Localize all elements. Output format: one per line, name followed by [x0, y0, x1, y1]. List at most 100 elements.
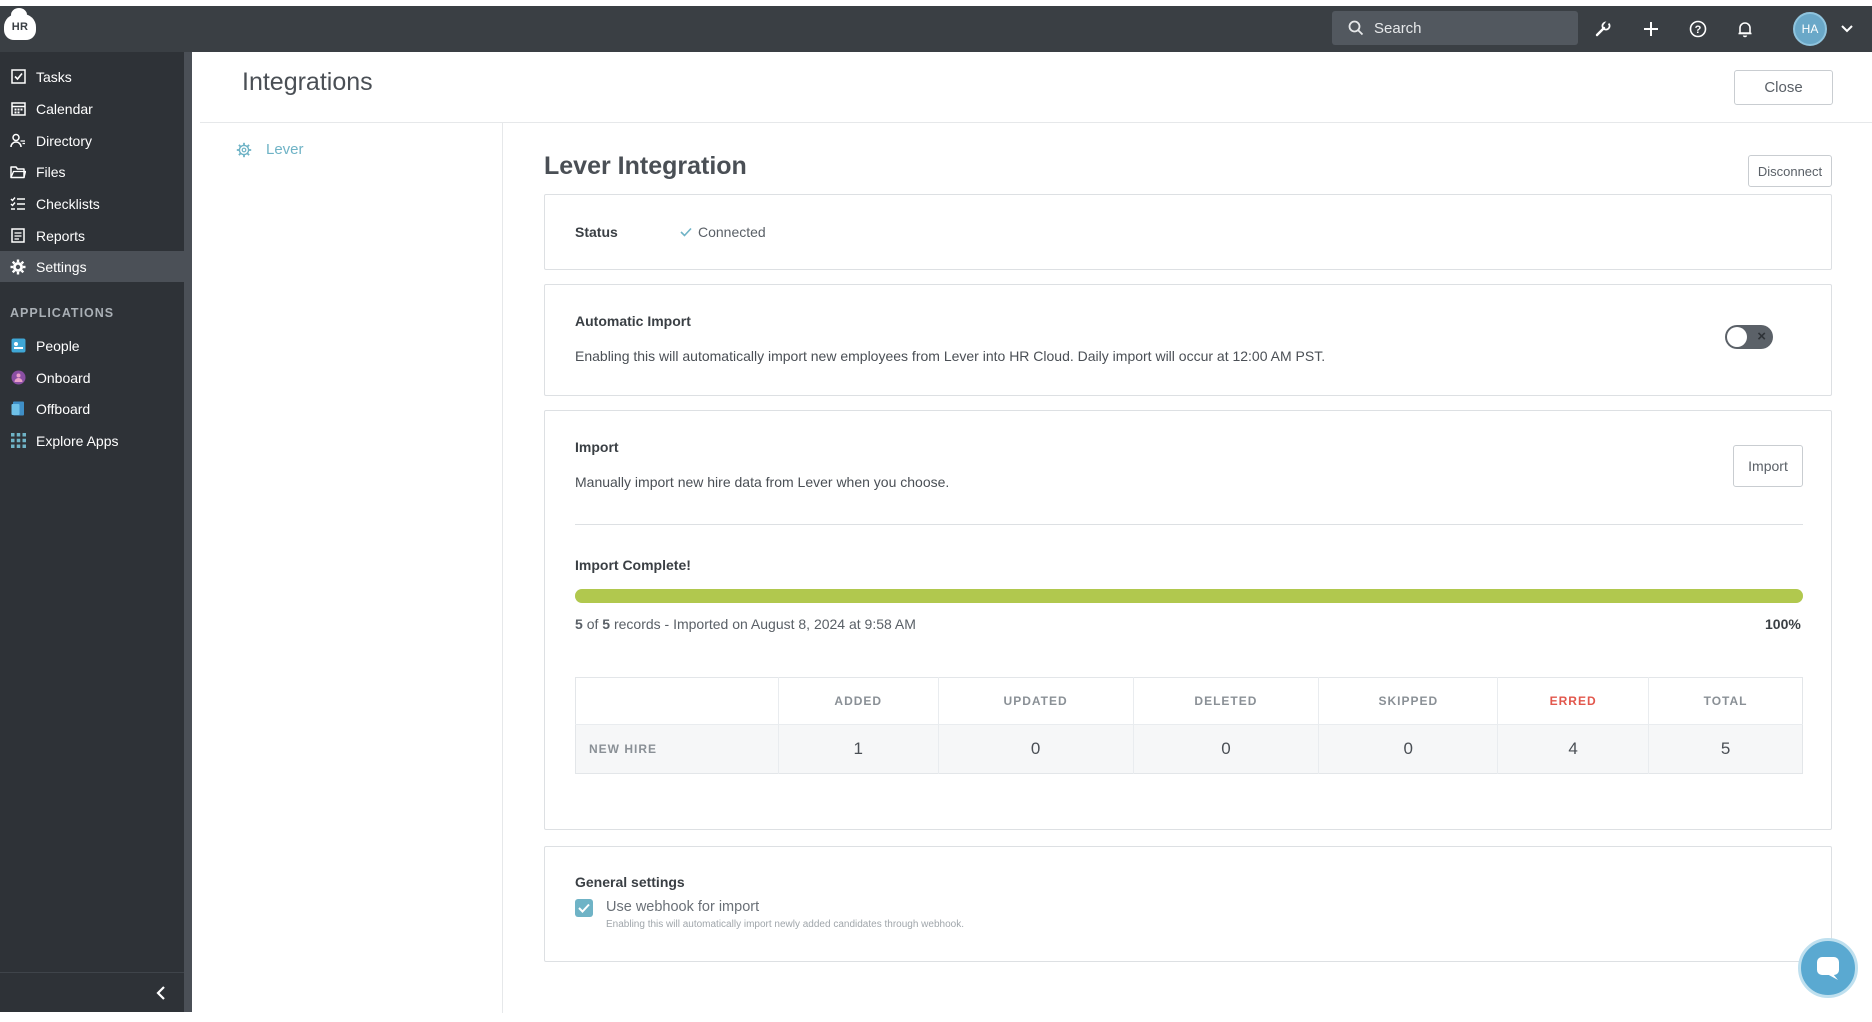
report-icon: [10, 228, 26, 244]
integrations-list: Lever: [200, 123, 503, 1013]
status-text: Connected: [698, 224, 766, 240]
table-cell-skipped: 0: [1318, 724, 1499, 774]
sidebar-item-label: Directory: [36, 132, 93, 149]
table-cell-updated: 0: [938, 724, 1134, 774]
hr-cloud-logo[interactable]: HR: [4, 8, 36, 40]
checklist-icon: [10, 196, 26, 212]
sidebar-item-label: Onboard: [36, 369, 91, 386]
grid-icon: [10, 433, 26, 449]
import-progress-bar: [575, 589, 1803, 603]
sidebar-item-label: Checklists: [36, 195, 100, 212]
check-icon: [680, 227, 692, 237]
chevron-down-icon[interactable]: [1834, 16, 1860, 42]
people-icon: [10, 133, 26, 149]
plus-icon[interactable]: [1638, 16, 1664, 42]
chat-button[interactable]: [1798, 938, 1858, 998]
status-label: Status: [575, 224, 618, 240]
toggle-off-icon: ×: [1757, 328, 1766, 345]
search-icon: [1348, 20, 1364, 36]
sidebar-item-calendar[interactable]: Calendar: [0, 93, 184, 124]
svg-text:?: ?: [1695, 24, 1702, 36]
sidebar-item-label: Explore Apps: [36, 432, 119, 449]
table-header-skipped: SKIPPED: [1318, 677, 1499, 725]
table-cell-total: 5: [1648, 724, 1803, 774]
gear-icon: [10, 259, 26, 275]
webhook-checkbox[interactable]: [575, 899, 593, 917]
table-header-total: TOTAL: [1703, 694, 1748, 708]
checkbox-icon: [10, 69, 26, 85]
import-progress-fill: [575, 589, 1803, 603]
integration-item-lever[interactable]: Lever: [236, 141, 304, 158]
status-value: Connected: [680, 224, 766, 240]
sidebar-item-label: Files: [36, 163, 66, 180]
logo-text: HR: [11, 21, 29, 33]
bell-icon[interactable]: [1732, 16, 1758, 42]
table-cell-erred: 4: [1497, 724, 1650, 774]
applications-header: APPLICATIONS: [10, 306, 115, 320]
import-label: Import: [575, 439, 619, 455]
folder-icon: [10, 164, 26, 180]
sidebar-item-label: Reports: [36, 227, 86, 244]
calendar-icon: [10, 101, 26, 117]
top-bar: HR Search ? HA: [0, 6, 1872, 52]
sidebar-item-label: Settings: [36, 258, 87, 275]
sidebar-item-directory[interactable]: Directory: [0, 125, 184, 156]
sidebar-app-onboard[interactable]: Onboard: [0, 362, 184, 393]
import-progress-percent: 100%: [1765, 616, 1801, 632]
table-cell-deleted: 0: [1133, 724, 1320, 774]
check-icon: [578, 903, 590, 913]
user-avatar[interactable]: HA: [1793, 12, 1827, 46]
sidebar-app-explore[interactable]: Explore Apps: [0, 425, 184, 456]
table-header-empty: [575, 677, 779, 725]
records-done: 5: [575, 616, 583, 632]
automatic-import-label: Automatic Import: [575, 313, 691, 329]
disconnect-button[interactable]: Disconnect: [1748, 155, 1832, 187]
records-suffix: records - Imported on August 8, 2024 at …: [613, 616, 916, 632]
sidebar-item-settings[interactable]: Settings: [0, 251, 184, 282]
import-button[interactable]: Import: [1733, 445, 1803, 487]
import-complete-label: Import Complete!: [575, 557, 691, 573]
close-button[interactable]: Close: [1734, 70, 1833, 105]
webhook-label: Use webhook for import: [606, 899, 760, 915]
sidebar-app-people[interactable]: People: [0, 330, 184, 361]
table-header-updated: UPDATED: [938, 677, 1134, 725]
records-of: of: [586, 616, 599, 632]
table-cell-added: 1: [778, 724, 939, 774]
import-card: Import Manually import new hire data fro…: [544, 410, 1832, 830]
import-records-summary: 5 of 5 records - Imported on August 8, 2…: [575, 616, 916, 632]
table-header-deleted: DELETED: [1133, 677, 1320, 725]
onboard-app-icon: [10, 370, 26, 386]
gear-icon: [236, 142, 252, 157]
page-header: Integrations Close: [200, 52, 1872, 123]
import-results-table: ADDED UPDATED DELETED SKIPPED ERRED TOTA…: [575, 677, 1803, 774]
table-header-row: ADDED UPDATED DELETED SKIPPED ERRED TOTA…: [575, 677, 1803, 725]
sidebar-app-offboard[interactable]: Offboard: [0, 393, 184, 424]
chat-icon: [1817, 957, 1839, 980]
sidebar-item-tasks[interactable]: Tasks: [0, 61, 184, 92]
integration-item-label: Lever: [266, 141, 304, 158]
chevron-left-icon: [156, 985, 165, 1000]
sidebar-item-reports[interactable]: Reports: [0, 220, 184, 251]
table-row-label: NEW HIRE: [575, 724, 779, 774]
help-icon[interactable]: ?: [1685, 16, 1711, 42]
general-settings-label: General settings: [575, 874, 685, 890]
records-total: 5: [602, 616, 611, 632]
toggle-knob: [1727, 327, 1747, 347]
sidebar-item-checklists[interactable]: Checklists: [0, 188, 184, 219]
sidebar-item-files[interactable]: Files: [0, 156, 184, 187]
wrench-icon[interactable]: [1590, 16, 1616, 42]
table-header-erred: ERRED: [1497, 677, 1650, 725]
table-header-added: ADDED: [778, 677, 939, 725]
search-input[interactable]: Search: [1332, 11, 1578, 45]
automatic-import-toggle[interactable]: ×: [1725, 325, 1773, 349]
sidebar-item-label: People: [36, 337, 80, 354]
search-placeholder: Search: [1374, 19, 1422, 37]
divider: [575, 524, 1803, 525]
import-description: Manually import new hire data from Lever…: [575, 474, 950, 490]
sidebar-item-label: Offboard: [36, 400, 91, 417]
avatar-initials: HA: [1801, 22, 1819, 36]
page-title: Integrations: [242, 68, 373, 96]
status-card: Status Connected: [544, 194, 1832, 270]
sidebar: Tasks Calendar Directory Files Checklist…: [0, 52, 192, 1012]
collapse-sidebar-button[interactable]: [0, 972, 184, 1012]
